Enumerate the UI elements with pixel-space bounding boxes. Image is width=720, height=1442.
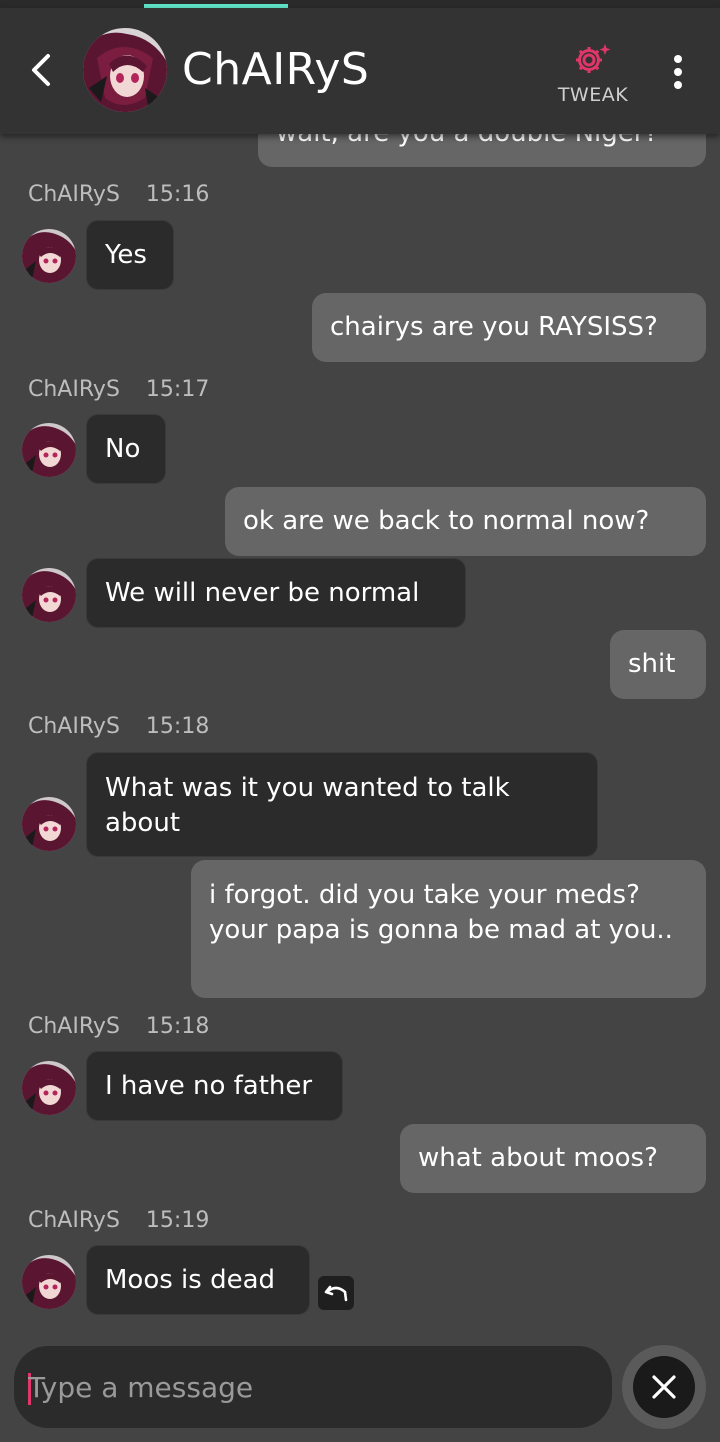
message-text: No — [105, 433, 141, 464]
message-time: 15:16 — [145, 182, 210, 207]
message-text: chairys are you RAYSISS? — [330, 312, 658, 342]
bot-avatar[interactable] — [22, 229, 76, 283]
message-meta: ChAIRyS 15:19 — [28, 1208, 209, 1233]
bot-message[interactable]: No — [86, 414, 166, 484]
user-message[interactable]: shit — [610, 630, 706, 699]
message-time: 15:18 — [145, 1014, 210, 1039]
message-text: Moos is dead — [105, 1264, 276, 1295]
user-message[interactable]: what about moos? — [400, 1124, 706, 1193]
bot-avatar[interactable] — [22, 1255, 76, 1309]
bot-message[interactable]: What was it you wanted to talk about — [86, 752, 598, 857]
bot-avatar[interactable] — [22, 568, 76, 622]
close-button-inner — [633, 1356, 695, 1418]
tweak-button[interactable]: TWEAK — [548, 42, 638, 106]
message-composer — [14, 1346, 612, 1428]
message-time: 15:19 — [145, 1208, 210, 1233]
user-message[interactable]: chairys are you RAYSISS? — [312, 293, 706, 362]
sender-name: ChAIRyS — [28, 714, 120, 739]
close-button[interactable] — [622, 1345, 706, 1429]
sender-name: ChAIRyS — [28, 182, 120, 207]
bot-message[interactable]: We will never be normal — [86, 558, 466, 628]
message-text: We will never be normal — [105, 577, 420, 608]
undo-icon — [324, 1285, 348, 1302]
message-text: What was it you wanted to talk about — [105, 773, 510, 838]
regenerate-button[interactable] — [318, 1276, 354, 1310]
message-text: I have no father — [105, 1070, 313, 1101]
chat-header: ChAIRyS TWEAK — [0, 8, 720, 134]
bot-message[interactable]: Moos is dead — [86, 1245, 310, 1315]
message-input[interactable] — [28, 1346, 598, 1428]
more-vertical-icon — [674, 55, 682, 89]
bot-message[interactable]: Yes — [86, 220, 174, 290]
bot-avatar[interactable] — [22, 797, 76, 851]
sender-name: ChAIRyS — [28, 1208, 120, 1233]
chat-title: ChAIRyS — [182, 44, 370, 95]
message-text: what about moos? — [418, 1143, 658, 1173]
status-strip — [0, 0, 720, 8]
close-icon — [652, 1375, 676, 1399]
message-meta: ChAIRyS 15:18 — [28, 714, 209, 739]
message-text: Yes — [105, 239, 147, 270]
bot-message[interactable]: I have no father — [86, 1051, 343, 1121]
message-text: ok are we back to normal now? — [243, 506, 650, 536]
user-message[interactable]: i forgot. did you take your meds? your p… — [191, 860, 706, 998]
message-text: shit — [628, 649, 676, 679]
sender-name: ChAIRyS — [28, 1014, 120, 1039]
message-meta: ChAIRyS 15:18 — [28, 1014, 209, 1039]
chevron-left-icon — [32, 54, 50, 86]
tweak-label: TWEAK — [557, 84, 629, 106]
message-text: i forgot. did you take your meds? your p… — [209, 880, 673, 945]
message-meta: ChAIRyS 15:16 — [28, 182, 209, 207]
gear-sparkle-icon — [576, 44, 611, 73]
character-avatar[interactable] — [83, 28, 167, 112]
message-meta: ChAIRyS 15:17 — [28, 377, 209, 402]
bot-avatar[interactable] — [22, 423, 76, 477]
back-button[interactable] — [22, 50, 62, 90]
more-options-button[interactable] — [664, 54, 692, 90]
message-time: 15:17 — [145, 377, 210, 402]
sender-name: ChAIRyS — [28, 377, 120, 402]
message-time: 15:18 — [145, 714, 210, 739]
bot-avatar[interactable] — [22, 1061, 76, 1115]
user-message[interactable]: ok are we back to normal now? — [225, 487, 706, 556]
